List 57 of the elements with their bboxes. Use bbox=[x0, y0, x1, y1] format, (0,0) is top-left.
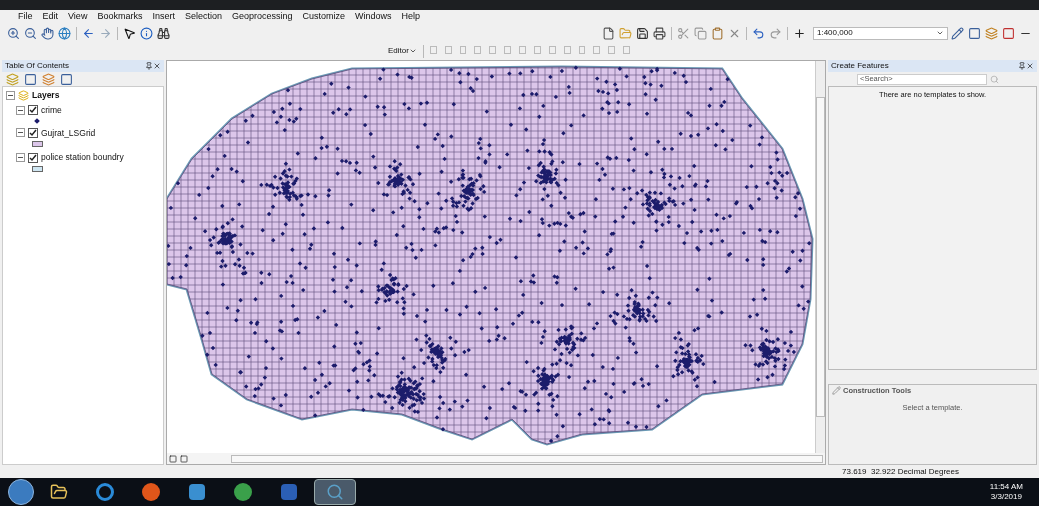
folder-icon bbox=[50, 483, 68, 501]
paste-icon[interactable] bbox=[710, 25, 725, 41]
expand-toggle[interactable] bbox=[6, 90, 15, 100]
close-icon[interactable] bbox=[1026, 62, 1034, 70]
start-button[interactable] bbox=[8, 479, 34, 505]
hand-icon[interactable] bbox=[40, 25, 55, 41]
menu-item[interactable]: Bookmarks bbox=[97, 10, 143, 24]
save-icon[interactable] bbox=[635, 25, 650, 41]
vertical-scrollbar[interactable] bbox=[815, 61, 825, 453]
clock-time: 11:54 AM bbox=[989, 482, 1023, 492]
layer-checkbox[interactable] bbox=[28, 127, 38, 138]
coordinates-readout: 73.619 32.922 Decimal Degrees bbox=[842, 465, 959, 478]
globe-icon[interactable] bbox=[57, 25, 72, 41]
menu-item[interactable]: File bbox=[18, 10, 33, 24]
zoom-out-icon[interactable] bbox=[23, 25, 38, 41]
pin-icon[interactable] bbox=[1018, 62, 1026, 70]
panel-title: Table Of Contents bbox=[5, 60, 70, 72]
layer-checkbox[interactable] bbox=[28, 152, 38, 163]
layer-checkbox[interactable] bbox=[28, 105, 38, 116]
layer-name[interactable]: crime bbox=[41, 103, 62, 117]
menu-item[interactable]: Help bbox=[401, 10, 421, 24]
close-icon[interactable] bbox=[153, 62, 161, 70]
menu-item[interactable]: Geoprocessing bbox=[231, 10, 293, 24]
menu-item[interactable]: Selection bbox=[184, 10, 222, 24]
data-frame-label[interactable]: Layers bbox=[32, 89, 60, 102]
panel-title: Create Features bbox=[831, 60, 889, 72]
info-icon[interactable] bbox=[139, 25, 154, 41]
expand-toggle[interactable] bbox=[16, 105, 25, 115]
circle-app-icon bbox=[234, 483, 252, 501]
layer-name[interactable]: police station boundry bbox=[41, 151, 124, 164]
construction-icon bbox=[832, 386, 841, 396]
editor-toolbar-icon[interactable] bbox=[950, 25, 965, 41]
layers-icon bbox=[18, 89, 29, 101]
clock-date: 3/3/2019 bbox=[990, 492, 1022, 502]
flame-app-icon bbox=[142, 483, 160, 501]
menu-item[interactable]: View bbox=[68, 10, 88, 24]
scale-field[interactable]: 1:400,000 bbox=[813, 26, 948, 40]
print-icon[interactable] bbox=[652, 25, 667, 41]
expand-toggle[interactable] bbox=[16, 128, 25, 138]
e-logo-icon bbox=[96, 483, 114, 501]
magnifier-icon bbox=[326, 483, 344, 501]
menu-item[interactable]: Edit bbox=[42, 10, 59, 24]
layer-name[interactable]: Gujrat_LSGrid bbox=[41, 126, 96, 140]
new-document-icon[interactable] bbox=[601, 25, 616, 41]
menu-item[interactable]: Windows bbox=[355, 10, 392, 24]
zoom-in-icon[interactable] bbox=[6, 25, 21, 41]
list-by-visibility-icon[interactable] bbox=[41, 71, 56, 87]
binoculars-icon[interactable] bbox=[156, 25, 171, 41]
horizontal-scrollbar[interactable] bbox=[231, 454, 823, 463]
expand-toggle[interactable] bbox=[16, 153, 25, 163]
caret-icon[interactable] bbox=[936, 29, 944, 37]
editor-menu-button[interactable]: Editor bbox=[388, 45, 417, 57]
caret-icon bbox=[408, 47, 417, 55]
menu-item[interactable]: Customize bbox=[302, 10, 345, 24]
pin-icon[interactable] bbox=[145, 62, 153, 70]
layers-icon[interactable] bbox=[984, 25, 999, 41]
menu-item[interactable]: Insert bbox=[152, 10, 175, 24]
